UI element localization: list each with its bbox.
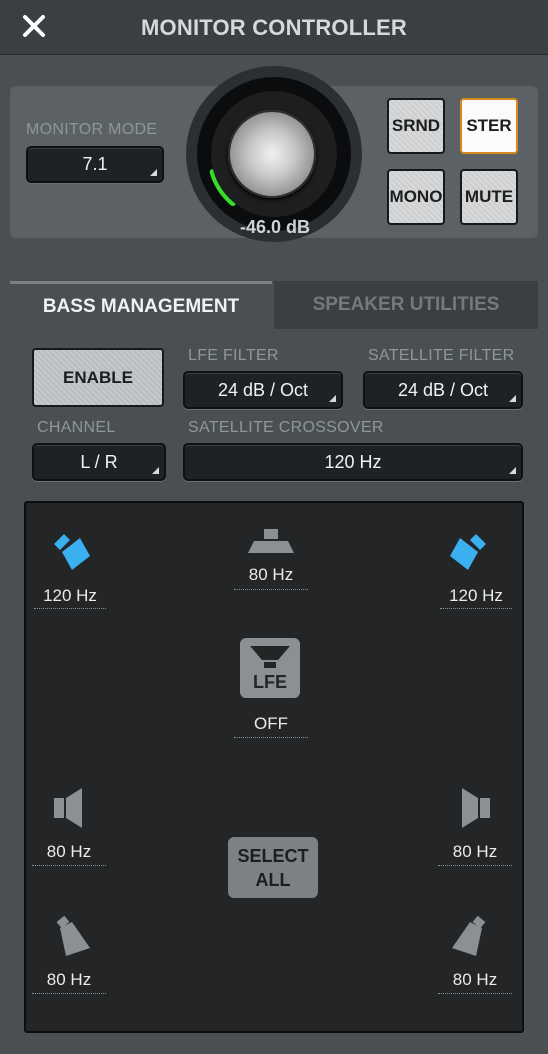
speaker-center[interactable]: 80 Hz: [234, 527, 308, 591]
speaker-side-left-icon: [54, 788, 82, 828]
mono-button-label: MONO: [389, 187, 443, 206]
ster-button[interactable]: STER: [460, 98, 518, 154]
volume-knob[interactable]: [228, 110, 316, 198]
window-title: MONITOR CONTROLLER: [141, 15, 407, 40]
speaker-lfe-value: OFF: [254, 714, 288, 733]
monitor-mode-value: 7.1: [82, 154, 108, 174]
freq-underline: [234, 589, 308, 590]
srnd-button[interactable]: SRND: [387, 98, 445, 154]
dropdown-corner-icon: [329, 395, 336, 402]
lfe-filter-label: LFE FILTER: [188, 347, 279, 364]
speaker-lfe[interactable]: LFE OFF: [234, 638, 308, 738]
speaker-center-freq: 80 Hz: [248, 565, 294, 584]
satellite-filter-value: 24 dB / Oct: [397, 380, 489, 400]
satellite-filter-label: SATELLITE FILTER: [368, 347, 515, 364]
ster-button-label: STER: [466, 116, 512, 135]
satellite-filter-dropdown[interactable]: 24 dB / Oct: [363, 371, 523, 409]
speaker-side-right-freq: 80 Hz: [452, 842, 498, 861]
speaker-center-icon: [248, 529, 294, 553]
speaker-rear-right-icon: [452, 916, 486, 956]
satellite-crossover-value: 120 Hz: [324, 452, 382, 472]
freq-underline: [440, 608, 512, 609]
speaker-front-right-freq: 120 Hz: [449, 586, 503, 605]
mute-button[interactable]: MUTE: [460, 169, 518, 225]
dropdown-corner-icon: [509, 395, 516, 402]
speaker-front-right[interactable]: 120 Hz: [440, 530, 512, 610]
title-bar: MONITOR CONTROLLER: [0, 0, 548, 55]
satellite-crossover-dropdown[interactable]: 120 Hz: [183, 443, 523, 481]
mute-button-label: MUTE: [464, 187, 514, 206]
monitor-mode-label: MONITOR MODE: [26, 121, 158, 138]
lfe-speaker-icon: [250, 646, 290, 668]
select-all-line2: ALL: [255, 869, 291, 890]
channel-label: CHANNEL: [37, 419, 116, 436]
monitor-mode-dropdown[interactable]: 7.1: [26, 146, 164, 183]
speaker-rear-left-freq: 80 Hz: [46, 970, 92, 989]
speaker-rear-left[interactable]: 80 Hz: [32, 916, 106, 996]
speaker-front-right-icon: [450, 534, 486, 570]
tab-speaker-utilities[interactable]: SPEAKER UTILITIES: [274, 281, 538, 329]
freq-underline: [32, 993, 106, 994]
enable-button-label: ENABLE: [63, 367, 133, 387]
channel-value: L / R: [80, 452, 118, 472]
select-all-button[interactable]: SELECT ALL: [228, 837, 318, 898]
select-all-line1: SELECT: [237, 845, 309, 866]
speaker-rear-left-icon: [56, 916, 90, 956]
dropdown-corner-icon: [152, 467, 159, 474]
speaker-side-left[interactable]: 80 Hz: [32, 786, 106, 866]
speaker-rear-right[interactable]: 80 Hz: [438, 916, 512, 996]
speaker-front-left-icon: [54, 534, 90, 570]
lfe-label: LFE: [253, 672, 287, 692]
speaker-front-left-freq: 120 Hz: [43, 586, 97, 605]
speaker-rear-right-freq: 80 Hz: [452, 970, 498, 989]
freq-underline: [234, 737, 308, 738]
lfe-filter-value: 24 dB / Oct: [217, 380, 309, 400]
srnd-button-label: SRND: [391, 116, 441, 135]
speaker-side-right[interactable]: 80 Hz: [438, 786, 512, 866]
satellite-crossover-label: SATELLITE CROSSOVER: [188, 419, 384, 436]
freq-underline: [438, 993, 512, 994]
mono-button[interactable]: MONO: [387, 169, 445, 225]
tab-bass-management[interactable]: BASS MANAGEMENT: [10, 281, 272, 329]
channel-dropdown[interactable]: L / R: [32, 443, 166, 481]
speaker-side-right-icon: [462, 788, 490, 828]
lfe-icon: LFE: [240, 638, 300, 698]
freq-underline: [34, 608, 106, 609]
dropdown-corner-icon: [509, 467, 516, 474]
lfe-filter-dropdown[interactable]: 24 dB / Oct: [183, 371, 343, 409]
speaker-front-left[interactable]: 120 Hz: [34, 530, 106, 610]
speaker-side-left-freq: 80 Hz: [46, 842, 92, 861]
freq-underline: [32, 865, 106, 866]
volume-level-readout: -46.0 dB: [239, 217, 311, 237]
freq-underline: [438, 865, 512, 866]
dropdown-corner-icon: [150, 169, 157, 176]
enable-button[interactable]: ENABLE: [32, 348, 164, 407]
